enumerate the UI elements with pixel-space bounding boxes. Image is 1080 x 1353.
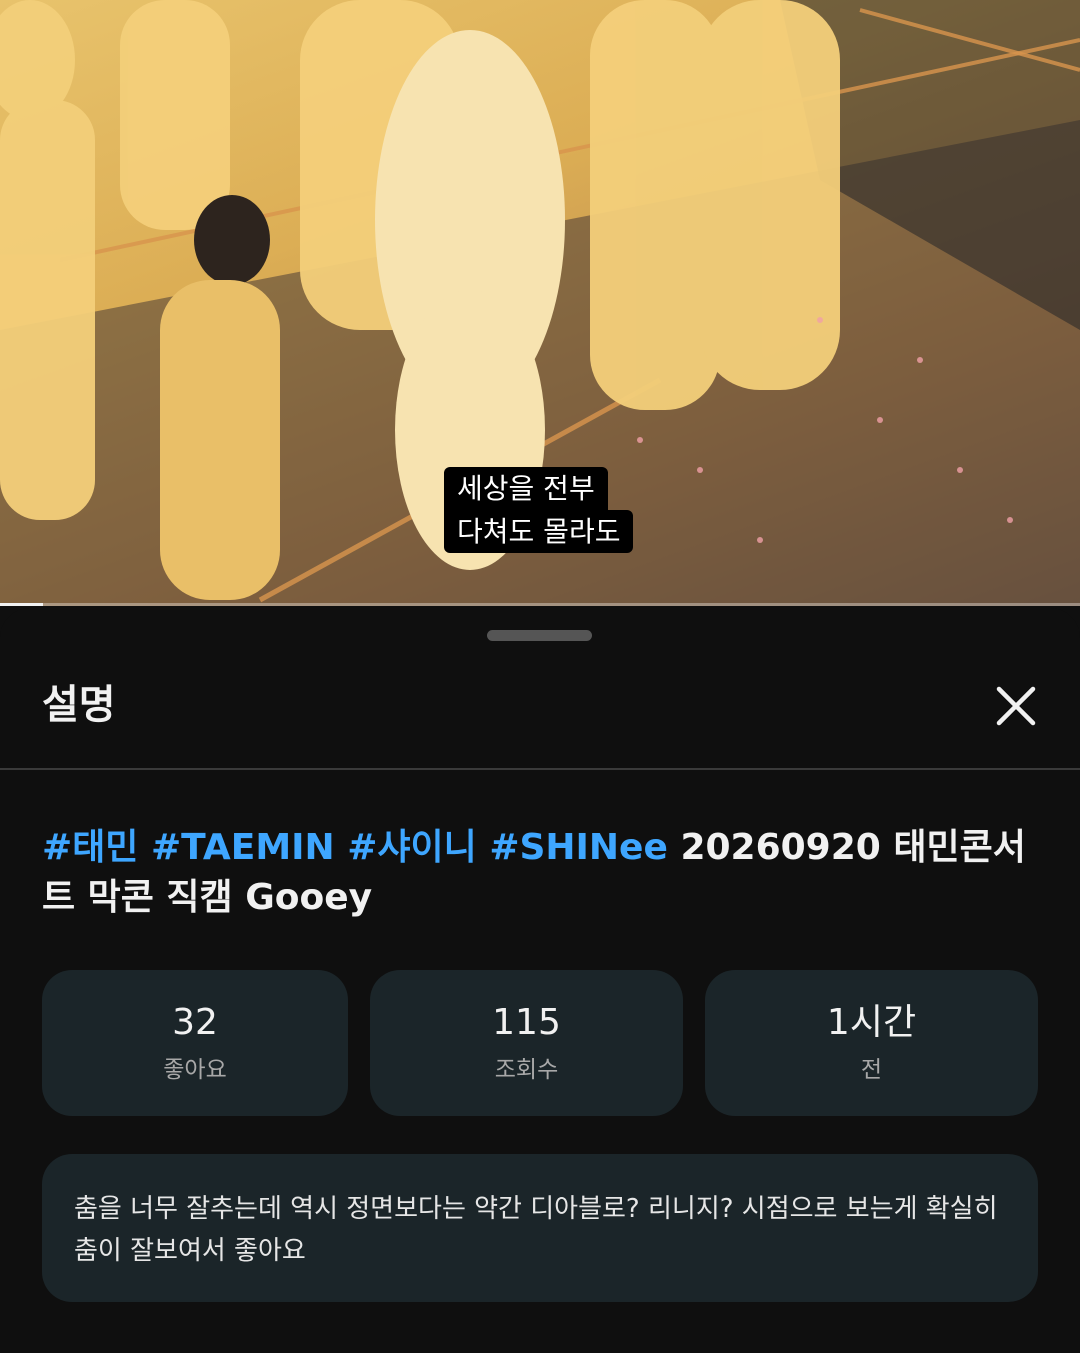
likes-stat: 32 좋아요 [42, 970, 348, 1116]
caption-line-2: 다쳐도 몰라도 [444, 510, 634, 553]
description-text: 춤을 너무 잘추는데 역시 정면보다는 약간 디아블로? 리니지? 시점으로 보… [74, 1194, 998, 1266]
video-progress-bar[interactable] [0, 603, 1080, 606]
screen: 세상을 전부 다쳐도 몰라도 설명 #태민 #TAEMIN #샤이니 #SHIN… [0, 0, 1080, 1353]
sheet-drag-handle[interactable] [487, 630, 592, 641]
hashtag-link[interactable]: #TAEMIN [151, 827, 335, 868]
likes-label: 좋아요 [163, 1057, 227, 1083]
sheet-divider [0, 768, 1080, 770]
upload-age-value: 1시간 [826, 1002, 917, 1043]
video-progress-fill [0, 603, 44, 606]
subtitle-caption: 세상을 전부 다쳐도 몰라도 [444, 467, 634, 553]
description-box: 춤을 너무 잘추는데 역시 정면보다는 약간 디아블로? 리니지? 시점으로 보… [42, 1154, 1038, 1302]
video-player[interactable]: 세상을 전부 다쳐도 몰라도 [0, 0, 1080, 606]
sheet-title: 설명 [42, 682, 116, 728]
close-icon [996, 686, 1036, 726]
likes-count: 32 [172, 1002, 218, 1043]
views-label: 조회수 [494, 1057, 559, 1083]
close-button[interactable] [988, 678, 1044, 734]
upload-age-label: 전 [860, 1057, 883, 1083]
upload-age-stat: 1시간 전 [705, 970, 1038, 1116]
views-stat: 115 조회수 [370, 970, 683, 1116]
hashtag-link[interactable]: #샤이니 [347, 827, 477, 868]
video-title: #태민 #TAEMIN #샤이니 #SHINee 20260920 태민콘서트 … [42, 823, 1052, 923]
description-sheet: 설명 #태민 #TAEMIN #샤이니 #SHINee 20260920 태민콘… [0, 608, 1080, 1353]
hashtag-link[interactable]: #태민 [42, 827, 138, 868]
hashtag-link[interactable]: #SHINee [489, 827, 668, 868]
caption-line-1: 세상을 전부 [444, 467, 608, 510]
views-count: 115 [492, 1002, 561, 1043]
